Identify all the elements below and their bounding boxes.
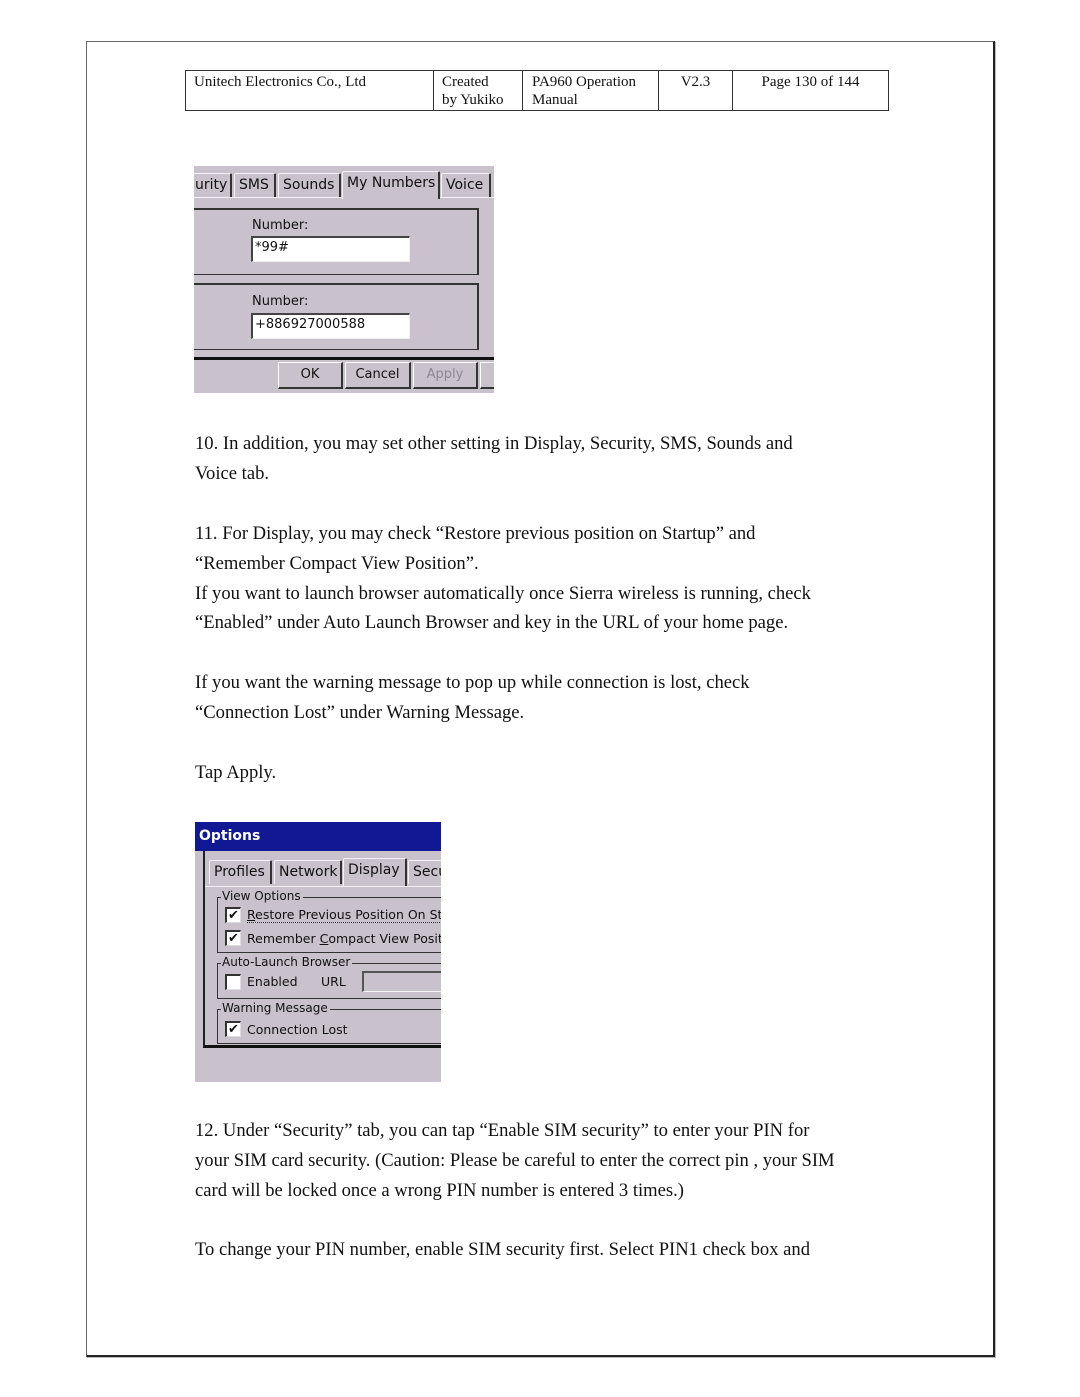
view-options-group: View Options ✔ Restore Previous Position… — [217, 889, 441, 953]
screenshot-options-display: Options Profiles Network Display Secu Vi… — [195, 822, 441, 1082]
partial-button[interactable] — [480, 362, 494, 389]
page-header-table: Unitech Electronics Co., Ltd Created by … — [185, 70, 889, 111]
number-label-1: Number: — [252, 218, 309, 233]
number-group-1: Number: *99# — [194, 208, 479, 275]
paragraph-13-line-1: To change your PIN number, enable SIM se… — [195, 1239, 811, 1260]
header-document: PA960 Operation Manual — [522, 70, 659, 111]
restore-position-label-accel: R — [247, 907, 256, 922]
enabled-checkbox[interactable] — [225, 974, 241, 990]
paragraph-warning: If you want the warning message to pop u… — [195, 668, 895, 728]
tap-apply-text: Tap Apply. — [195, 762, 277, 783]
paragraph-11-line-4: “Enabled” under Auto Launch Browser and … — [195, 612, 789, 634]
remember-compact-view-label[interactable]: Remember Compact View Positic — [247, 931, 441, 946]
paragraph-10: 10. In addition, you may set other setti… — [195, 429, 895, 489]
check-icon: ✔ — [228, 931, 239, 946]
paragraph-12-line-3: card will be locked once a wrong PIN num… — [195, 1179, 684, 1201]
header-company: Unitech Electronics Co., Ltd — [185, 70, 434, 111]
restore-position-checkbox[interactable]: ✔ — [225, 907, 241, 923]
options-panel: Profiles Network Display Secu View Optio… — [203, 851, 441, 1048]
paragraph-12: 12. Under “Security” tab, you can tap “E… — [195, 1116, 915, 1205]
paragraph-11-line-3: If you want to launch browser automatica… — [195, 582, 811, 604]
check-icon: ✔ — [228, 1022, 239, 1037]
header-version: V2.3 — [658, 70, 733, 111]
paragraph-12-line-2: your SIM card security. (Caution: Please… — [195, 1149, 835, 1171]
tab-security[interactable]: urity — [194, 173, 232, 197]
number-input-1[interactable]: *99# — [251, 236, 410, 262]
paragraph-11: 11. For Display, you may check “Restore … — [195, 519, 895, 638]
paragraph-warning-line-2: “Connection Lost” under Warning Message. — [195, 701, 525, 723]
restore-position-label[interactable]: Restore Previous Position On St — [247, 907, 441, 923]
window-title: Options — [195, 822, 441, 851]
paragraph-11-line-1: 11. For Display, you may check “Restore … — [195, 523, 756, 544]
paragraph-tap-apply: Tap Apply. — [195, 758, 895, 788]
cancel-button[interactable]: Cancel — [345, 362, 411, 389]
tab-sms[interactable]: SMS — [234, 173, 276, 197]
header-created: Created by Yukiko — [433, 70, 523, 111]
warning-message-legend: Warning Message — [221, 1001, 330, 1015]
enabled-label[interactable]: Enabled — [247, 974, 298, 989]
tab-security[interactable]: Secu — [408, 860, 441, 884]
connection-lost-label[interactable]: Connection Lost — [247, 1022, 348, 1037]
warning-message-group: Warning Message ✔ Connection Lost — [217, 1001, 441, 1044]
remember-compact-view-checkbox[interactable]: ✔ — [225, 930, 241, 946]
options-tab-bar: Profiles Network Display Secu — [205, 858, 441, 886]
tab-voice[interactable]: Voice — [441, 173, 491, 197]
tab-display[interactable]: Display — [343, 858, 407, 886]
tab-sounds[interactable]: Sounds — [278, 173, 341, 197]
tab-profiles[interactable]: Profiles — [209, 860, 272, 884]
restore-position-label-text: estore Previous Position On St — [255, 907, 441, 922]
header-page-number: Page 130 of 144 — [732, 70, 889, 111]
header-created-line2: by Yukiko — [442, 92, 504, 108]
number-input-2[interactable]: +886927000588 — [251, 313, 410, 339]
ok-button[interactable]: OK — [278, 362, 343, 389]
header-document-line2: Manual — [532, 92, 578, 108]
paragraph-10-line-2: Voice tab. — [195, 462, 270, 484]
connection-lost-checkbox[interactable]: ✔ — [225, 1021, 241, 1037]
auto-launch-legend: Auto-Launch Browser — [221, 955, 353, 969]
tab-network[interactable]: Network — [274, 860, 342, 884]
tab-my-numbers[interactable]: My Numbers — [342, 171, 440, 199]
auto-launch-group: Auto-Launch Browser Enabled URL — [217, 955, 441, 999]
remember-compact-view-label-pre: Remember — [247, 931, 320, 946]
header-document-line1: PA960 Operation — [532, 74, 637, 90]
remember-compact-view-label-text: ompact View Positic — [328, 931, 441, 946]
tab-bar: urity SMS Sounds My Numbers Voice — [194, 171, 494, 199]
paragraph-10-line-1: 10. In addition, you may set other setti… — [195, 433, 793, 454]
apply-button[interactable]: Apply — [413, 362, 478, 389]
url-input[interactable] — [362, 971, 441, 992]
button-separator — [194, 357, 494, 360]
options-tab-divider — [205, 886, 441, 887]
view-options-legend: View Options — [221, 889, 303, 903]
header-created-line1: Created — [442, 74, 489, 90]
paragraph-13: To change your PIN number, enable SIM se… — [195, 1235, 895, 1265]
paragraph-12-line-1: 12. Under “Security” tab, you can tap “E… — [195, 1120, 810, 1141]
check-icon: ✔ — [228, 908, 239, 923]
number-label-2: Number: — [252, 294, 309, 309]
paragraph-11-line-2: “Remember Compact View Position”. — [195, 552, 479, 574]
screenshot-my-numbers: urity SMS Sounds My Numbers Voice Number… — [194, 166, 494, 393]
paragraph-warning-line-1: If you want the warning message to pop u… — [195, 672, 750, 693]
number-group-2: Number: +886927000588 — [194, 283, 479, 350]
url-label: URL — [321, 974, 346, 989]
